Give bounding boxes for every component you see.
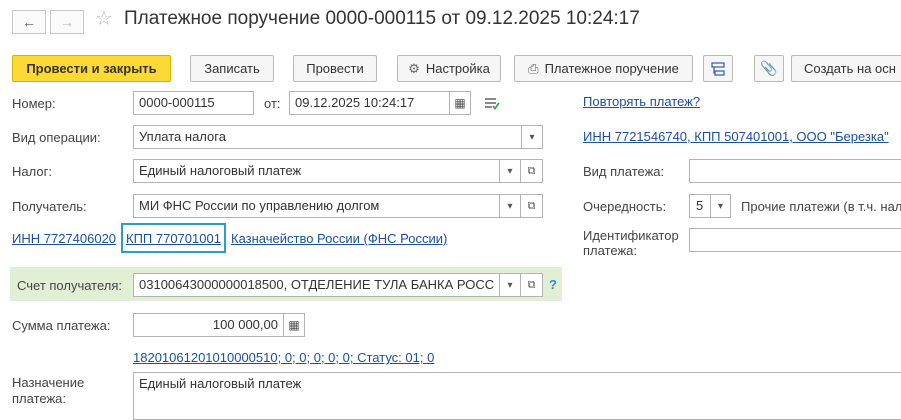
payment-type-field[interactable] [689, 159, 901, 183]
forward-button[interactable]: → [50, 10, 84, 34]
operation-type-field[interactable]: Уплата налога [133, 125, 522, 149]
payment-details-link[interactable]: 18201061201010000510; 0; 0; 0; 0; 0; Ста… [133, 350, 434, 365]
priority-label: Очередность: [583, 199, 667, 214]
account-open-button[interactable]: ⧉ [520, 273, 543, 297]
date-from-label: от: [264, 96, 281, 111]
chevron-down-icon: ▾ [717, 200, 724, 212]
calculator-button[interactable]: ▦ [283, 313, 305, 337]
treasury-link[interactable]: Казначейство России (ФНС России) [231, 231, 447, 246]
identifier-label-line-1: Идентификатор [583, 228, 679, 243]
amount-label: Сумма платежа: [12, 318, 111, 333]
account-field[interactable]: 03100643000000018500, ОТДЕЛЕНИЕ ТУЛА БАН… [133, 273, 500, 297]
number-field[interactable]: 0000-000115 [133, 91, 254, 115]
priority-dropdown[interactable]: ▾ [710, 194, 731, 218]
structure-button[interactable] [703, 55, 733, 82]
tax-label: Налог: [12, 164, 52, 179]
post-and-close-button[interactable]: Провести и закрыть [12, 55, 171, 82]
paperclip-icon: 📎 [760, 60, 778, 76]
open-window-icon: ⧉ [527, 278, 536, 291]
save-button[interactable]: Записать [190, 55, 274, 82]
arrow-left-icon: ← [22, 14, 36, 30]
document-status-icon [484, 97, 500, 113]
chevron-down-icon: ▾ [507, 165, 513, 177]
recipient-dropdown[interactable]: ▾ [499, 194, 521, 218]
account-help-icon[interactable]: ? [549, 277, 557, 292]
tax-open-button[interactable]: ⧉ [520, 159, 543, 183]
recipient-inn-link[interactable]: ИНН 7727406020 [12, 231, 116, 246]
payment-type-label: Вид платежа: [583, 164, 665, 179]
identifier-label-line-2: платежа: [583, 243, 637, 258]
post-label: Провести [306, 61, 364, 76]
calendar-icon: ▦ [454, 96, 466, 110]
account-label: Счет получателя: [17, 278, 123, 293]
arrow-right-icon: → [60, 14, 74, 30]
recipient-kpp-link[interactable]: КПП 770701001 [126, 231, 221, 246]
create-based-on-label: Создать на осн [804, 61, 896, 76]
number-label: Номер: [12, 96, 56, 111]
calculator-icon: ▦ [288, 318, 300, 332]
chevron-down-icon: ▾ [507, 200, 513, 212]
amount-field[interactable]: 100 000,00 [133, 313, 284, 337]
purpose-label-line-1: Назначение [12, 375, 85, 390]
create-based-on-button[interactable]: Создать на осн [791, 55, 901, 82]
identifier-field[interactable] [689, 228, 901, 252]
purpose-label-line-2: платежа: [12, 391, 66, 406]
recipient-open-button[interactable]: ⧉ [520, 194, 543, 218]
priority-field[interactable]: 5 [689, 194, 711, 218]
recipient-label: Получатель: [12, 199, 87, 214]
account-dropdown[interactable]: ▾ [499, 273, 521, 297]
settings-label: Настройка [425, 61, 490, 76]
hierarchy-icon [711, 61, 725, 76]
open-window-icon: ⧉ [527, 164, 536, 177]
gear-icon: ⚙ [408, 60, 420, 76]
operation-type-label: Вид операции: [12, 130, 101, 145]
tax-dropdown[interactable]: ▾ [499, 159, 521, 183]
post-button[interactable]: Провести [293, 55, 377, 82]
priority-description: Прочие платежи (в т.ч. нал [741, 199, 901, 214]
print-payment-order-label: Платежное поручение [544, 61, 679, 76]
open-window-icon: ⧉ [527, 199, 536, 212]
star-icon[interactable]: ☆ [95, 6, 113, 31]
calendar-button[interactable]: ▦ [449, 91, 471, 115]
print-payment-order-button[interactable]: ⎙ Платежное поручение [514, 55, 693, 82]
printer-icon: ⎙ [528, 60, 539, 76]
operation-type-dropdown[interactable]: ▾ [521, 125, 543, 149]
repeat-payment-link[interactable]: Повторять платеж? [583, 94, 700, 109]
settings-button[interactable]: ⚙ Настройка [397, 55, 501, 82]
page-title: Платежное поручение 0000-000115 от 09.12… [124, 8, 640, 29]
payer-link[interactable]: ИНН 7721546740, КПП 507401001, ООО "Бере… [583, 129, 889, 144]
chevron-down-icon: ▾ [529, 131, 535, 143]
post-and-close-label: Провести и закрыть [26, 61, 157, 76]
recipient-field[interactable]: МИ ФНС России по управлению долгом [133, 194, 500, 218]
save-label: Записать [204, 61, 260, 76]
back-button[interactable]: ← [12, 10, 46, 34]
chevron-down-icon: ▾ [507, 279, 513, 291]
tax-field[interactable]: Единый налоговый платеж [133, 159, 500, 183]
attachments-button[interactable]: 📎 [754, 55, 784, 82]
date-field[interactable]: 09.12.2025 10:24:17 [289, 91, 450, 115]
